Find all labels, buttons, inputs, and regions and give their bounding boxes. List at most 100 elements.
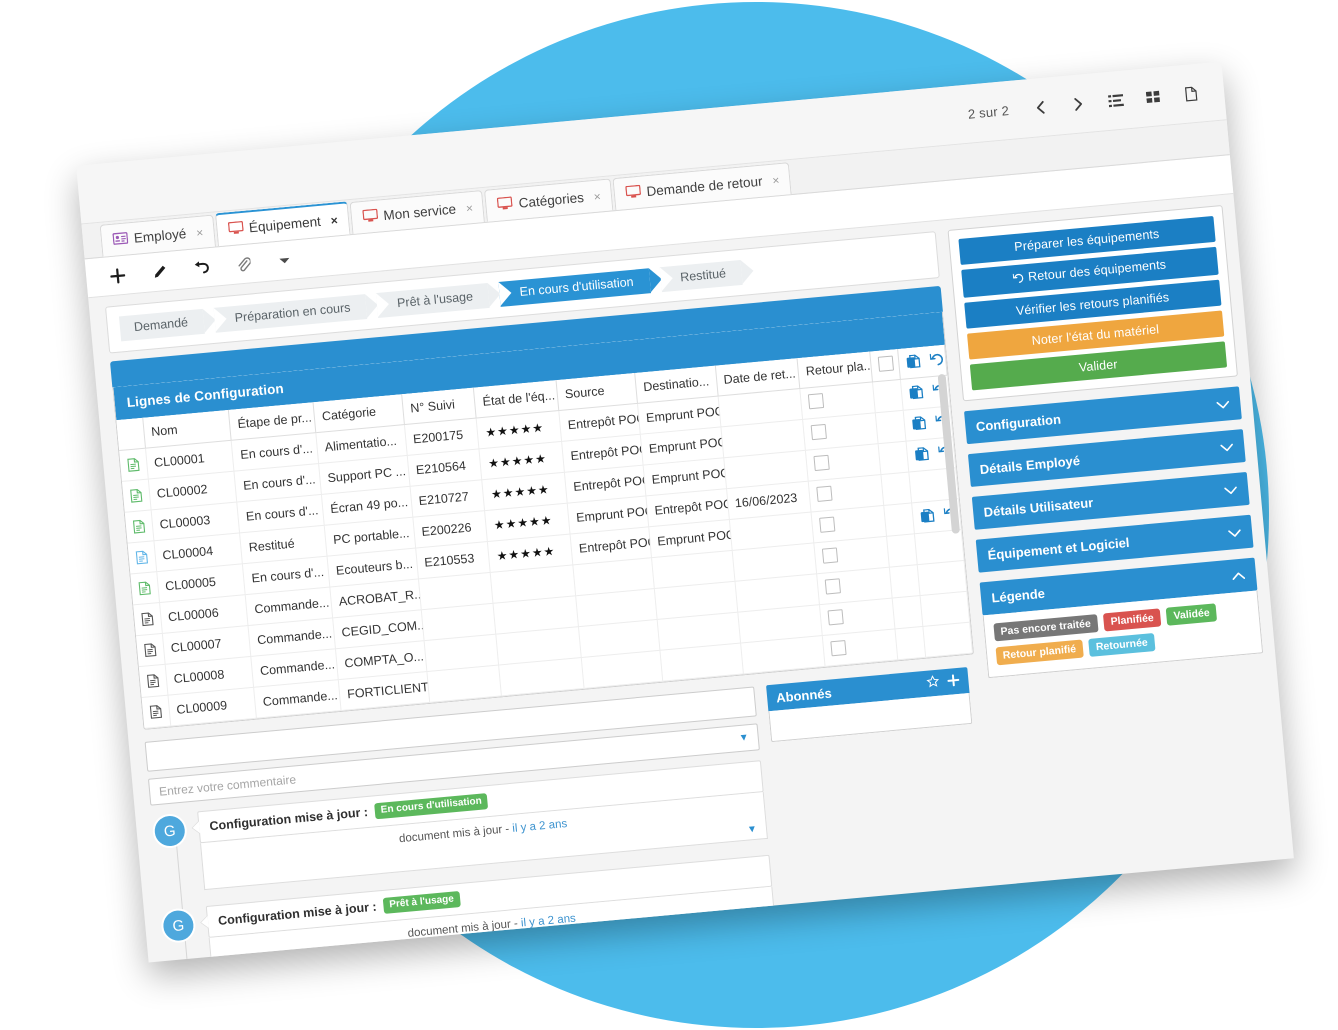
workflow-step-pr-paration-en-cours[interactable]: Préparation en cours bbox=[213, 294, 368, 333]
copy-icon[interactable] bbox=[909, 384, 924, 402]
document-icon bbox=[132, 519, 146, 535]
planned-return-checkbox[interactable] bbox=[819, 516, 836, 533]
row-doc-icon-cell bbox=[121, 479, 151, 513]
action-button-label: Noter l'état du matériel bbox=[1031, 322, 1160, 348]
row-spacer bbox=[883, 502, 915, 537]
avatar: G bbox=[151, 812, 189, 850]
caret-down-icon[interactable] bbox=[275, 250, 295, 270]
planned-return-checkbox[interactable] bbox=[810, 423, 828, 441]
grid-view-icon[interactable] bbox=[1141, 85, 1165, 109]
row-spacer bbox=[886, 533, 918, 568]
row-tracking-number bbox=[426, 664, 502, 703]
planned-return-checkbox[interactable] bbox=[827, 609, 844, 626]
application-window: 2 sur 2 Employé × Équipement × Mon service × C… bbox=[76, 61, 1294, 963]
chevron-up-icon[interactable] bbox=[1231, 568, 1246, 584]
tab-label: Catégories bbox=[518, 189, 585, 211]
row-spacer bbox=[891, 595, 923, 629]
subscribers-title: Abonnés bbox=[775, 684, 833, 705]
legend-badge: Planifiée bbox=[1102, 608, 1162, 632]
document-icon bbox=[149, 704, 163, 720]
workflow-step-pr-t-l-usage[interactable]: Prêt à l'usage bbox=[376, 282, 490, 318]
row-name: CL00009 bbox=[167, 687, 257, 727]
sidebar-actions-card: Préparer les équipements Retour des équip… bbox=[947, 205, 1238, 402]
timeline-timestamp[interactable]: il y a 2 ans bbox=[512, 818, 568, 835]
document-icon bbox=[138, 581, 151, 596]
sidebar-panel-label: Configuration bbox=[975, 411, 1062, 435]
select-all-checkbox[interactable] bbox=[877, 355, 894, 372]
paperclip-icon[interactable] bbox=[233, 254, 253, 274]
chevron-down-icon[interactable] bbox=[1216, 396, 1230, 412]
tab-close-icon[interactable]: × bbox=[593, 189, 601, 204]
status-badge: Prêt à l'usage bbox=[382, 891, 461, 914]
row-doc-icon-cell bbox=[119, 448, 149, 482]
tab-close-icon[interactable]: × bbox=[196, 225, 204, 240]
monitor-icon bbox=[624, 184, 641, 201]
star-outline-icon[interactable] bbox=[926, 675, 940, 692]
document-icon bbox=[127, 457, 140, 473]
copy-icon[interactable] bbox=[911, 415, 927, 433]
action-button-label: Préparer les équipements bbox=[1013, 226, 1160, 255]
row-spacer bbox=[872, 379, 904, 413]
plus-icon[interactable] bbox=[107, 266, 127, 286]
planned-return-checkbox[interactable] bbox=[830, 639, 847, 657]
document-icon bbox=[146, 673, 160, 689]
undo-arrow-icon[interactable] bbox=[191, 258, 211, 278]
chevron-left-icon[interactable] bbox=[1028, 95, 1052, 119]
planned-return-checkbox[interactable] bbox=[813, 454, 830, 472]
planned-return-checkbox[interactable] bbox=[808, 393, 825, 410]
tab-close-icon[interactable]: × bbox=[330, 213, 338, 228]
list-view-icon[interactable] bbox=[1104, 88, 1128, 112]
row-spacer bbox=[889, 564, 921, 599]
tab-label: Mon service bbox=[382, 201, 457, 224]
document-view-icon[interactable] bbox=[1179, 81, 1203, 105]
legend-badge: Retournée bbox=[1088, 633, 1156, 657]
sidebar-panel-label: Légende bbox=[990, 585, 1046, 606]
chevron-down-icon[interactable] bbox=[1227, 525, 1241, 541]
tab-close-icon[interactable]: × bbox=[465, 200, 473, 215]
legend-badge: Retour planifié bbox=[995, 639, 1084, 666]
caret-down-icon[interactable]: ▼ bbox=[738, 732, 749, 744]
chevron-down-icon[interactable] bbox=[1220, 439, 1234, 455]
copy-icon[interactable] bbox=[906, 353, 921, 372]
revert-icon[interactable] bbox=[929, 351, 945, 369]
tab-close-icon[interactable]: × bbox=[772, 173, 780, 188]
revert-icon bbox=[1012, 272, 1025, 287]
workflow-step-en-cours-d-utilisation[interactable]: En cours d'utilisation bbox=[498, 268, 651, 307]
pencil-icon[interactable] bbox=[149, 262, 169, 282]
row-spacer bbox=[875, 410, 907, 444]
workflow-step-demand[interactable]: Demandé bbox=[118, 308, 206, 342]
copy-icon[interactable] bbox=[920, 508, 935, 526]
caret-down-icon[interactable]: ▼ bbox=[747, 824, 758, 836]
plus-icon[interactable] bbox=[947, 673, 960, 689]
id-card-icon bbox=[112, 231, 129, 248]
document-icon bbox=[130, 488, 143, 504]
row-doc-icon-cell bbox=[133, 602, 163, 636]
planned-return-checkbox[interactable] bbox=[824, 578, 842, 595]
row-doc-icon-cell bbox=[124, 509, 154, 544]
chevron-down-icon[interactable] bbox=[1224, 482, 1238, 498]
row-equipment-rating bbox=[499, 657, 585, 696]
chevron-right-icon[interactable] bbox=[1066, 92, 1090, 116]
copy-icon[interactable] bbox=[914, 446, 929, 464]
legend-badge: Pas encore traitée bbox=[992, 614, 1099, 642]
planned-return-checkbox[interactable] bbox=[822, 547, 839, 564]
sidebar-panel-label: Détails Utilisateur bbox=[983, 495, 1094, 520]
row-planned-return-cell bbox=[822, 628, 898, 667]
row-doc-icon-cell bbox=[138, 664, 168, 698]
row-spacer bbox=[880, 472, 912, 506]
row-spacer bbox=[877, 441, 909, 475]
action-button-label: Retour des équipements bbox=[1027, 257, 1167, 284]
action-button-label: Valider bbox=[1078, 357, 1119, 375]
document-icon bbox=[144, 642, 157, 658]
planned-return-checkbox[interactable] bbox=[816, 485, 833, 502]
sidebar: Préparer les équipements Retour des équip… bbox=[947, 205, 1294, 962]
row-category: FORTICLIENT bbox=[338, 671, 430, 711]
workflow-step-restitu[interactable]: Restitué bbox=[659, 259, 744, 293]
row-actions bbox=[920, 591, 970, 627]
configuration-lines-card: Lignes de Configuration Nom Étape de pr..… bbox=[112, 311, 974, 730]
row-doc-icon-cell bbox=[135, 633, 165, 667]
record-counter: 2 sur 2 bbox=[967, 102, 1010, 122]
row-actions bbox=[914, 529, 964, 565]
legend-badge: Validée bbox=[1165, 603, 1218, 626]
avatar: G bbox=[159, 907, 197, 945]
